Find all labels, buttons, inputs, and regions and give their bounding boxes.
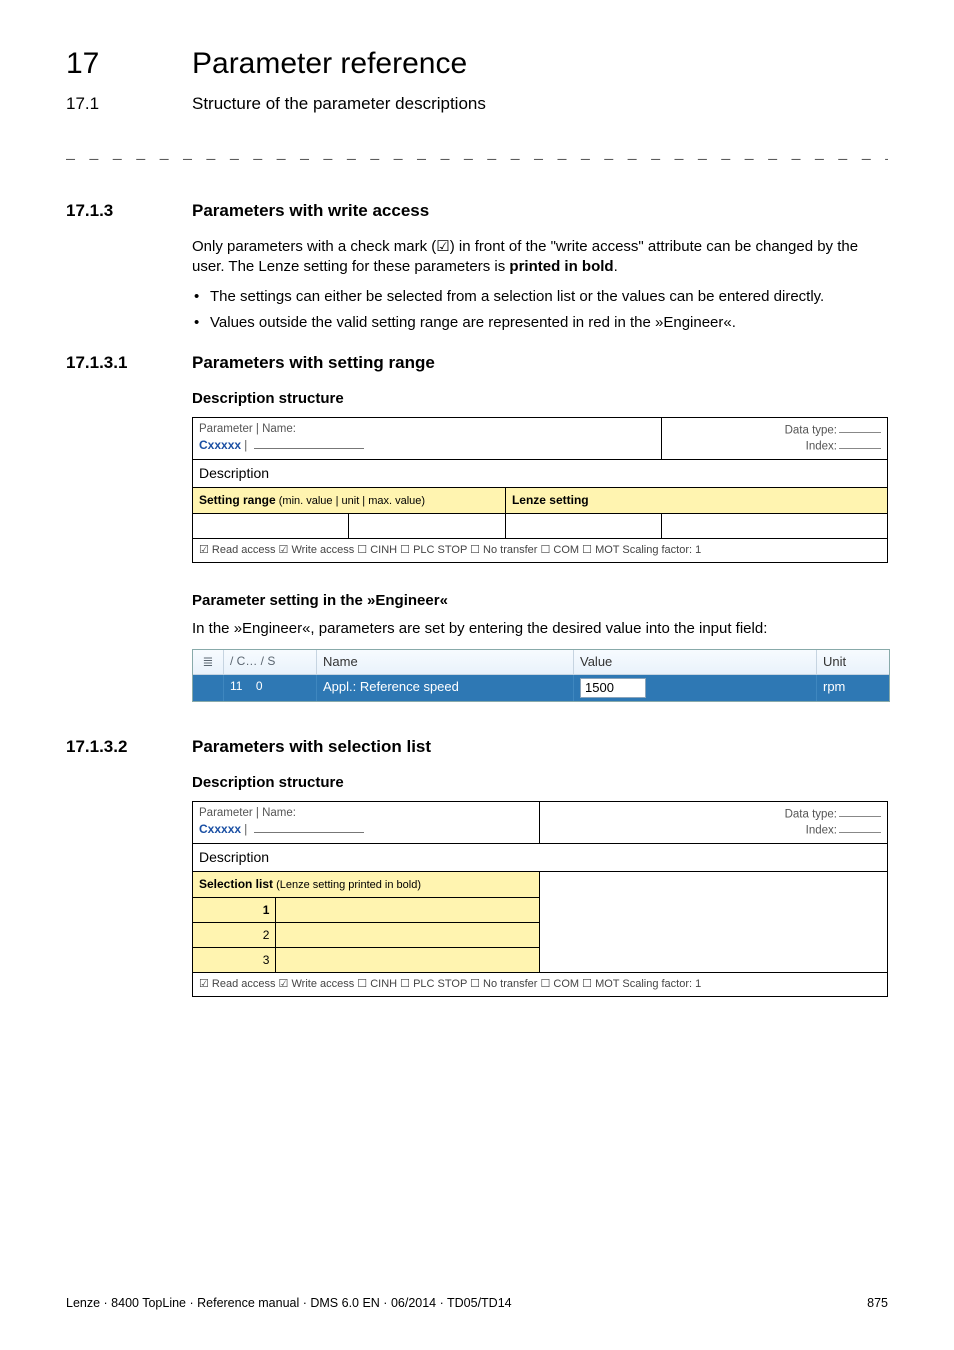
- paragraph: In the »Engineer«, parameters are set by…: [192, 619, 888, 639]
- setting-range-sub: (min. value | unit | max. value): [276, 495, 425, 507]
- setting-range-heading: Setting range: [199, 493, 276, 507]
- empty-cell: [540, 871, 888, 972]
- empty-cell: [276, 922, 540, 947]
- col-unit-header: Unit: [817, 650, 889, 674]
- meta-parameter-name-label: Parameter | Name:: [199, 806, 533, 822]
- row-sub: 0: [256, 679, 263, 693]
- selection-value: 2: [193, 922, 276, 947]
- heading-17-1-3-1-title: Parameters with setting range: [192, 352, 435, 375]
- description-cell: Description: [193, 843, 888, 871]
- blank-line: [839, 822, 881, 833]
- col-name-header: Name: [317, 650, 574, 674]
- blank-line: [839, 806, 881, 817]
- engineer-grid-header: ≣ / C… / S Name Value Unit: [193, 650, 889, 675]
- selection-value: 3: [193, 947, 276, 972]
- empty-cell: [505, 513, 661, 538]
- empty-cell: [349, 513, 505, 538]
- row-param-name: Appl.: Reference speed: [317, 675, 574, 701]
- col-value-header: Value: [574, 650, 817, 674]
- row-handle-icon: ≣: [193, 650, 224, 674]
- subheading-description-structure: Description structure: [192, 773, 888, 793]
- checkmark-glyph: ☑: [436, 238, 449, 255]
- page-number: 875: [867, 1295, 888, 1312]
- section-title: Structure of the parameter descriptions: [192, 93, 486, 116]
- pipe: |: [241, 824, 250, 836]
- list-item: Values outside the valid setting range a…: [192, 313, 888, 333]
- blank-line: [254, 438, 364, 449]
- engineer-grid: ≣ / C… / S Name Value Unit 11 0 Appl.: R…: [192, 649, 890, 702]
- code-label: Cxxxxx: [199, 438, 241, 452]
- blank-line: [254, 822, 364, 833]
- subheading-engineer-setting: Parameter setting in the »Engineer«: [192, 591, 888, 611]
- separator-dashes: _ _ _ _ _ _ _ _ _ _ _ _ _ _ _ _ _ _ _ _ …: [66, 145, 888, 165]
- blank-line: [839, 438, 881, 449]
- empty-cell: [662, 513, 888, 538]
- section-number: 17.1: [66, 93, 156, 116]
- col-flags-header: / C… / S: [224, 650, 317, 674]
- data-type-label: Data type:: [785, 808, 837, 820]
- attribute-line: ☑ Read access ☑ Write access ☐ CINH ☐ PL…: [193, 973, 888, 997]
- index-label: Index:: [806, 824, 837, 836]
- data-type-label: Data type:: [785, 424, 837, 436]
- row-code: 11: [230, 679, 242, 693]
- heading-17-1-3-title: Parameters with write access: [192, 200, 429, 223]
- empty-cell: [193, 513, 349, 538]
- description-structure-table-selection-list: Parameter | Name: Cxxxxx | Data type: In…: [192, 801, 888, 997]
- selection-list-heading: Selection list: [199, 877, 273, 891]
- chapter-number: 17: [66, 44, 156, 85]
- selection-list-sub: (Lenze setting printed in bold): [273, 879, 421, 891]
- text-bold: printed in bold: [509, 258, 613, 275]
- text: .: [614, 258, 618, 275]
- chapter-title: Parameter reference: [192, 44, 467, 85]
- subheading-description-structure: Description structure: [192, 389, 888, 409]
- heading-17-1-3-1-num: 17.1.3.1: [66, 352, 162, 375]
- description-structure-table-setting-range: Parameter | Name: Cxxxxx | Data type: In…: [192, 417, 888, 563]
- pipe: |: [241, 440, 250, 452]
- row-handle: [193, 675, 224, 701]
- empty-cell: [276, 947, 540, 972]
- engineer-grid-row[interactable]: 11 0 Appl.: Reference speed 1500 rpm: [193, 675, 889, 701]
- heading-17-1-3-num: 17.1.3: [66, 200, 162, 223]
- selection-value-bold: 1: [193, 897, 276, 922]
- row-unit: rpm: [817, 675, 889, 701]
- index-label: Index:: [806, 440, 837, 452]
- empty-cell: [276, 897, 540, 922]
- list-item: The settings can either be selected from…: [192, 287, 888, 307]
- heading-17-1-3-2-title: Parameters with selection list: [192, 736, 431, 759]
- heading-17-1-3-2-num: 17.1.3.2: [66, 736, 162, 759]
- lenze-setting-heading: Lenze setting: [512, 493, 589, 507]
- footer-left: Lenze · 8400 TopLine · Reference manual …: [66, 1295, 512, 1312]
- code-label: Cxxxxx: [199, 822, 241, 836]
- description-cell: Description: [193, 459, 888, 487]
- blank-line: [839, 422, 881, 433]
- text: Only parameters with a check mark (: [192, 238, 436, 255]
- value-input[interactable]: 1500: [580, 678, 646, 698]
- attribute-line: ☑ Read access ☑ Write access ☐ CINH ☐ PL…: [193, 538, 888, 562]
- meta-parameter-name-label: Parameter | Name:: [199, 422, 655, 438]
- paragraph: Only parameters with a check mark (☑) in…: [192, 237, 888, 278]
